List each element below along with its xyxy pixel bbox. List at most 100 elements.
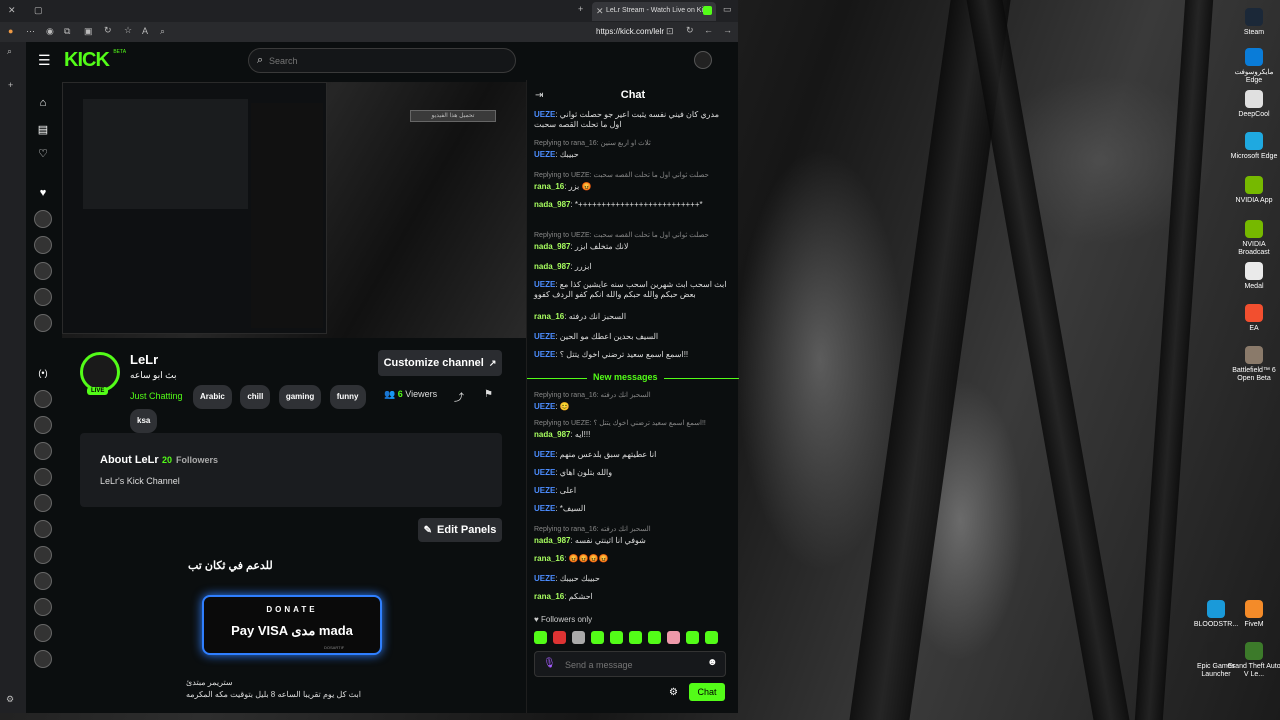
chat-message[interactable]: UEZE: 😊 — [534, 402, 730, 412]
chat-username[interactable]: UEZE — [534, 574, 555, 583]
profile-icon[interactable]: ● — [8, 26, 13, 36]
desktop-shortcut[interactable]: FiveM — [1226, 600, 1280, 629]
tab-actions-icon[interactable]: ▭ — [723, 4, 732, 15]
search-bar[interactable]: ⌕ — [248, 48, 516, 73]
channel-avatar[interactable] — [34, 546, 52, 564]
channel-name[interactable]: LeLr — [130, 352, 158, 367]
emote-icon[interactable] — [591, 631, 604, 644]
kick-logo[interactable]: KICK BETA — [64, 49, 126, 72]
chat-message[interactable]: UEZE: حبيبك حبيبك — [534, 574, 730, 584]
chat-username[interactable]: UEZE — [534, 150, 555, 159]
tag-chip[interactable]: Arabic — [192, 385, 232, 409]
reload-icon[interactable]: ↻ — [686, 25, 694, 36]
channel-avatar[interactable] — [34, 442, 52, 460]
close-icon[interactable]: ✕ — [8, 5, 16, 16]
channel-avatar[interactable] — [34, 210, 52, 228]
chat-username[interactable]: nada_987 — [534, 262, 570, 271]
chat-message[interactable]: nada_987: *++++++++++++++++++++++++++* — [534, 200, 730, 210]
emote-icon[interactable] — [629, 631, 642, 644]
new-tab-icon[interactable]: + — [578, 4, 583, 14]
desktop-shortcut[interactable]: EA — [1226, 304, 1280, 333]
tag-chip[interactable]: ksa — [130, 409, 158, 433]
share-icon[interactable]: ⤴ — [454, 389, 464, 404]
chat-message[interactable]: UEZE: مدري كان فيني نفسه يثبت اعير جو حص… — [534, 110, 730, 130]
tag-chip[interactable]: gaming — [278, 385, 322, 409]
desktop-shortcut[interactable]: Medal — [1226, 262, 1280, 291]
tag-chip[interactable]: funny — [329, 385, 366, 409]
desktop-shortcut[interactable]: Steam — [1226, 8, 1280, 37]
category-link[interactable]: Just Chatting — [130, 391, 183, 401]
favorite-icon[interactable]: ☆ — [124, 25, 132, 36]
emote-icon[interactable] — [705, 631, 718, 644]
chat-message[interactable]: UEZE: اسمع اسمع سعيد ترضني اخوك يتتل ؟!! — [534, 350, 730, 360]
channel-avatar[interactable] — [34, 650, 52, 668]
emoji-picker-icon[interactable]: ☻ — [707, 657, 718, 668]
channel-avatar[interactable] — [34, 262, 52, 280]
emote-icon[interactable] — [534, 631, 547, 644]
chat-username[interactable]: rana_16 — [534, 554, 564, 563]
emote-icon[interactable] — [667, 631, 680, 644]
chat-username[interactable]: UEZE — [534, 350, 555, 359]
chat-settings-icon[interactable]: ⚙ — [669, 687, 678, 698]
chat-message[interactable]: UEZE: ابث اسحب ابث شهرين اسحب سنه عايشين… — [534, 280, 730, 300]
emote-icon[interactable] — [610, 631, 623, 644]
channel-avatar[interactable]: LIVE — [80, 352, 120, 395]
forward-icon[interactable]: → — [723, 25, 732, 35]
video-player[interactable]: تحميل هذا الفيديو — [62, 82, 528, 338]
channel-avatar[interactable] — [34, 624, 52, 642]
channel-avatar[interactable] — [34, 416, 52, 434]
chat-message[interactable]: UEZE: اعلى — [534, 486, 730, 496]
emote-icon[interactable] — [686, 631, 699, 644]
tag-chip[interactable]: chill — [240, 385, 271, 409]
chat-username[interactable]: nada_987 — [534, 242, 570, 251]
channel-avatar[interactable] — [34, 314, 52, 332]
chat-username[interactable]: UEZE — [534, 402, 555, 411]
account-icon[interactable]: ◉ — [46, 26, 54, 37]
chat-message[interactable]: UEZE: *السيف — [534, 504, 730, 514]
restore-icon[interactable]: ▢ — [34, 5, 43, 16]
channel-avatar[interactable] — [34, 494, 52, 512]
chat-username[interactable]: UEZE — [534, 468, 555, 477]
chat-message[interactable]: UEZE: السيف بحدين اعطك مو الحين — [534, 332, 730, 342]
desktop-shortcut[interactable]: NVIDIA Broadcast — [1226, 220, 1280, 257]
donate-banner[interactable]: DONATE Pay VISA مدى mada DOSARTIF — [202, 595, 382, 655]
following-icon[interactable]: ♡ — [34, 144, 52, 162]
chat-input-box[interactable]: 🎙 ☻ — [534, 651, 726, 677]
chat-username[interactable]: UEZE — [534, 110, 555, 119]
chat-message[interactable]: rana_16: احشكم — [534, 592, 730, 602]
emote-icon[interactable] — [648, 631, 661, 644]
url-text[interactable]: https://kick.com/lelr — [596, 27, 664, 36]
chat-message[interactable]: rana_16: بزر 😡 — [534, 182, 730, 192]
chat-username[interactable]: UEZE — [534, 504, 555, 513]
chat-message[interactable]: rana_16: السحبز انك درفته — [534, 312, 730, 322]
chat-message[interactable]: nada_987: ابزرر — [534, 262, 730, 272]
chat-message[interactable]: nada_987: ايه!!! — [534, 430, 730, 440]
extensions-icon[interactable]: ⧉ — [64, 26, 70, 37]
channel-avatar[interactable] — [34, 390, 52, 408]
desktop-shortcut[interactable]: Grand Theft Auto V Le... — [1226, 642, 1280, 679]
desktop-shortcut[interactable]: NVIDIA App — [1226, 176, 1280, 205]
edit-panels-button[interactable]: ✎ Edit Panels — [418, 518, 502, 542]
browse-icon[interactable]: ▤ — [34, 120, 52, 138]
user-avatar[interactable] — [694, 51, 712, 69]
live-broadcast-icon[interactable]: (•) — [34, 364, 52, 382]
followed-heart-icon[interactable]: ♥ — [34, 184, 52, 202]
chat-username[interactable]: UEZE — [534, 450, 555, 459]
chat-message[interactable]: nada_987: لانك متخلف ابزر — [534, 242, 730, 252]
read-aloud-icon[interactable]: A — [142, 26, 148, 36]
channel-avatar[interactable] — [34, 572, 52, 590]
search-input[interactable] — [269, 53, 499, 68]
chat-message[interactable]: rana_16: 😡😡😡😡 — [534, 554, 730, 564]
home-icon[interactable]: ⌂ — [34, 94, 52, 112]
chat-username[interactable]: rana_16 — [534, 182, 564, 191]
desktop-shortcut[interactable]: DeepCool — [1226, 90, 1280, 119]
channel-avatar[interactable] — [34, 236, 52, 254]
customize-channel-button[interactable]: Customize channel ↗ — [378, 350, 502, 376]
channel-avatar[interactable] — [34, 468, 52, 486]
chat-username[interactable]: nada_987 — [534, 200, 570, 209]
back-icon[interactable]: ← — [704, 25, 713, 35]
chat-username[interactable]: UEZE — [534, 486, 555, 495]
chat-username[interactable]: nada_987 — [534, 430, 570, 439]
chat-message[interactable]: UEZE: والله بتلون اهاي — [534, 468, 730, 478]
add-icon[interactable]: + — [8, 80, 13, 90]
